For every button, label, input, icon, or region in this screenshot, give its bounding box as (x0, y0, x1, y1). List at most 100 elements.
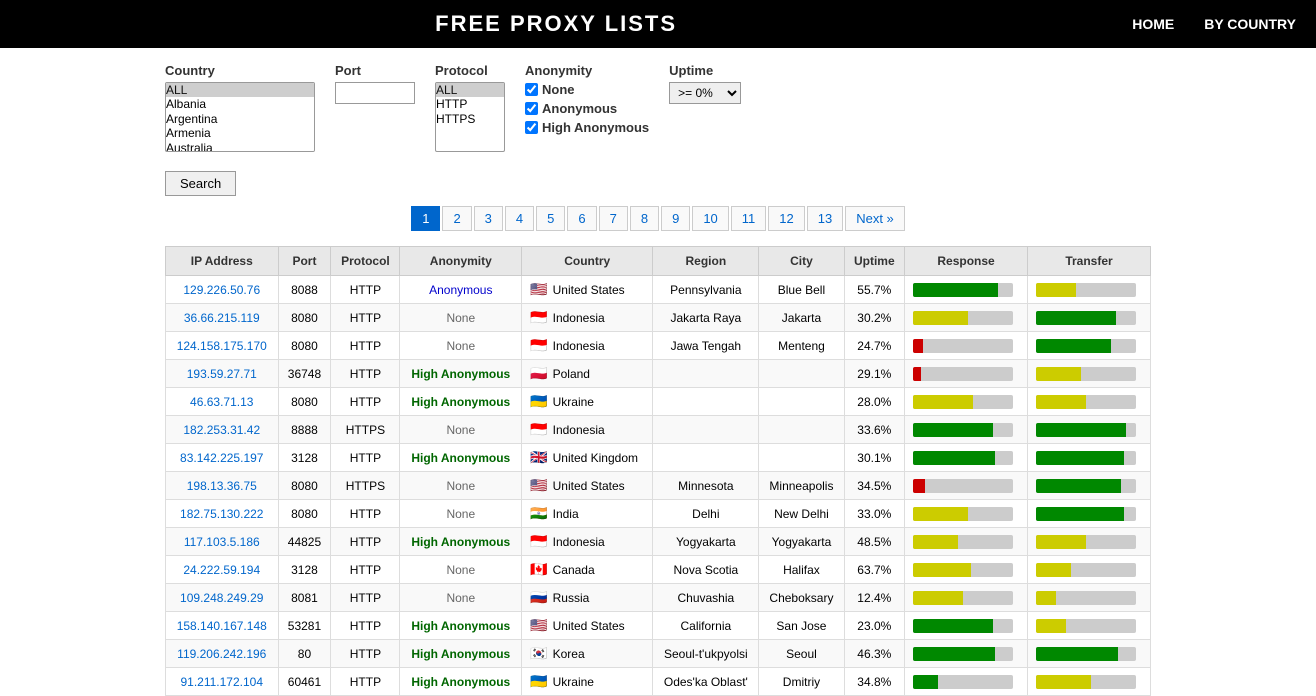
flag-icon: 🇮🇳 (530, 505, 547, 522)
ip-link[interactable]: 83.142.225.197 (180, 451, 263, 465)
nav-home[interactable]: HOME (1132, 16, 1174, 32)
cell-city: Menteng (759, 332, 844, 360)
ip-link[interactable]: 129.226.50.76 (183, 283, 260, 297)
none-checkbox[interactable] (525, 83, 538, 96)
ip-link[interactable]: 158.140.167.148 (177, 619, 267, 633)
cell-port: 8080 (278, 332, 331, 360)
ip-link[interactable]: 24.222.59.194 (183, 563, 260, 577)
cell-country: 🇮🇩 Indonesia (522, 304, 653, 332)
anonymity-checkboxes: None Anonymous High Anonymous (525, 82, 649, 135)
ip-link[interactable]: 109.248.249.29 (180, 591, 263, 605)
page-2[interactable]: 2 (442, 206, 471, 231)
port-input[interactable] (335, 82, 415, 104)
nav-by-country[interactable]: BY COUNTRY (1204, 16, 1296, 32)
flag-icon: 🇺🇦 (530, 673, 547, 690)
none-checkbox-label[interactable]: None (525, 82, 649, 97)
protocol-label: Protocol (435, 63, 505, 78)
cell-port: 60461 (278, 668, 331, 696)
page-1[interactable]: 1 (411, 206, 440, 231)
page-3[interactable]: 3 (474, 206, 503, 231)
cell-protocol: HTTPS (331, 472, 400, 500)
cell-ip: 24.222.59.194 (166, 556, 279, 584)
page-6[interactable]: 6 (567, 206, 596, 231)
ip-link[interactable]: 198.13.36.75 (187, 479, 257, 493)
transfer-bar-fill (1036, 619, 1066, 633)
cell-protocol: HTTP (331, 556, 400, 584)
table-row: 198.13.36.75 8080 HTTPS None 🇺🇸 United S… (166, 472, 1151, 500)
search-button[interactable]: Search (165, 171, 236, 196)
page-9[interactable]: 9 (661, 206, 690, 231)
port-filter: Port (335, 63, 415, 104)
cell-region: Odes'ka Oblast' (653, 668, 759, 696)
high-anon-checkbox-label[interactable]: High Anonymous (525, 120, 649, 135)
cell-city: San Jose (759, 612, 844, 640)
page-5[interactable]: 5 (536, 206, 565, 231)
cell-transfer (1028, 304, 1151, 332)
ip-link[interactable]: 36.66.215.119 (184, 311, 260, 325)
page-10[interactable]: 10 (692, 206, 728, 231)
cell-region: Chuvashia (653, 584, 759, 612)
page-8[interactable]: 8 (630, 206, 659, 231)
cell-city: Yogyakarta (759, 528, 844, 556)
high-anon-checkbox[interactable] (525, 121, 538, 134)
cell-response (905, 332, 1028, 360)
col-uptime: Uptime (844, 247, 905, 276)
anonymous-checkbox-label[interactable]: Anonymous (525, 101, 649, 116)
col-anonymity: Anonymity (400, 247, 522, 276)
ip-link[interactable]: 91.211.172.104 (180, 675, 263, 689)
flag-icon: 🇺🇸 (530, 617, 547, 634)
cell-region: Minnesota (653, 472, 759, 500)
cell-transfer (1028, 500, 1151, 528)
cell-port: 36748 (278, 360, 331, 388)
country-name: Korea (553, 647, 585, 661)
cell-uptime: 34.5% (844, 472, 905, 500)
cell-anonymity: None (400, 332, 522, 360)
anonymous-checkbox[interactable] (525, 102, 538, 115)
cell-country: 🇺🇸 United States (522, 276, 653, 304)
cell-ip: 129.226.50.76 (166, 276, 279, 304)
cell-port: 53281 (278, 612, 331, 640)
col-transfer: Transfer (1028, 247, 1151, 276)
cell-port: 80 (278, 640, 331, 668)
page-4[interactable]: 4 (505, 206, 534, 231)
cell-response (905, 388, 1028, 416)
ip-link[interactable]: 182.253.31.42 (183, 423, 260, 437)
flag-icon: 🇨🇦 (530, 561, 547, 578)
transfer-bar-fill (1036, 339, 1111, 353)
ip-link[interactable]: 193.59.27.71 (187, 367, 257, 381)
cell-region (653, 360, 759, 388)
ip-link[interactable]: 124.158.175.170 (177, 339, 267, 353)
country-name: Indonesia (553, 311, 605, 325)
response-bar (913, 339, 1013, 353)
cell-city: Minneapolis (759, 472, 844, 500)
col-city: City (759, 247, 844, 276)
cell-country: 🇺🇸 United States (522, 472, 653, 500)
transfer-bar-fill (1036, 479, 1121, 493)
flag-icon: 🇮🇩 (530, 309, 547, 326)
anonymity-filter: Anonymity None Anonymous High Anonymous (525, 63, 649, 135)
col-region: Region (653, 247, 759, 276)
transfer-bar (1036, 479, 1136, 493)
ip-link[interactable]: 117.103.5.186 (184, 535, 260, 549)
cell-anonymity: High Anonymous (400, 444, 522, 472)
cell-anonymity: High Anonymous (400, 360, 522, 388)
ip-link[interactable]: 46.63.71.13 (190, 395, 253, 409)
page-13[interactable]: 13 (807, 206, 843, 231)
next-button[interactable]: Next » (845, 206, 905, 231)
page-7[interactable]: 7 (599, 206, 628, 231)
cell-country: 🇬🇧 United Kingdom (522, 444, 653, 472)
country-select[interactable]: ALL Albania Argentina Armenia Australia (165, 82, 315, 152)
protocol-select[interactable]: ALL HTTP HTTPS (435, 82, 505, 152)
page-12[interactable]: 12 (768, 206, 804, 231)
ip-link[interactable]: 119.206.242.196 (177, 647, 266, 661)
transfer-bar (1036, 283, 1136, 297)
cell-transfer (1028, 388, 1151, 416)
uptime-select[interactable]: >= 0% >= 10% >= 20% >= 50% >= 80% (669, 82, 741, 104)
main-nav: HOME BY COUNTRY (1132, 16, 1296, 32)
country-name: Canada (553, 563, 595, 577)
response-bar-fill (913, 395, 973, 409)
ip-link[interactable]: 182.75.130.222 (180, 507, 263, 521)
flag-icon: 🇵🇱 (530, 365, 547, 382)
cell-response (905, 304, 1028, 332)
page-11[interactable]: 11 (731, 206, 767, 231)
